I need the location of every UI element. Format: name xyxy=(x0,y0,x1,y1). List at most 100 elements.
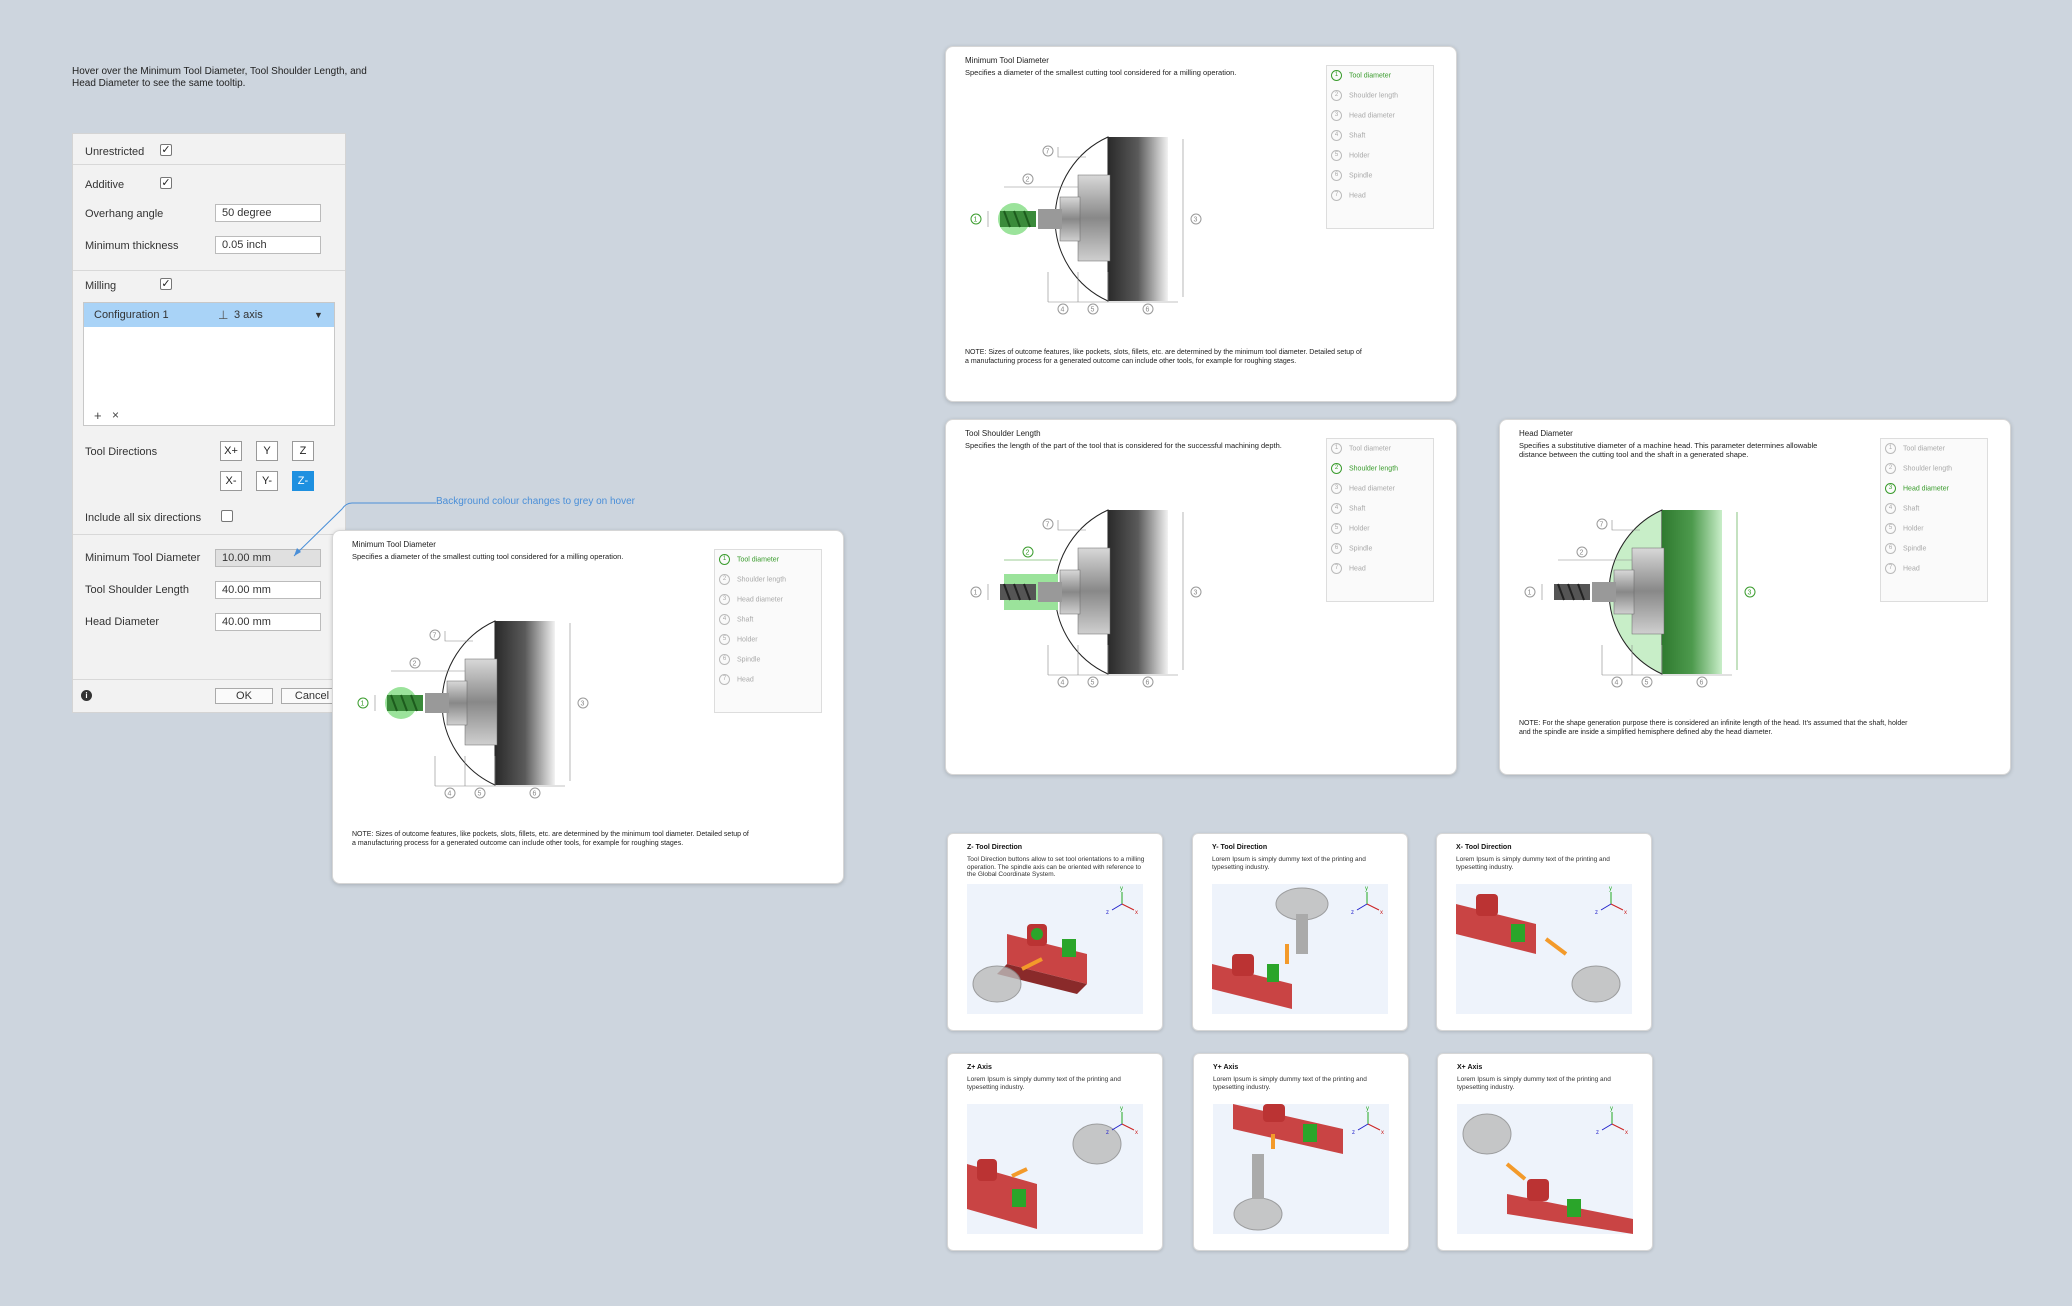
svg-text:x: x xyxy=(1624,910,1627,916)
svg-text:z: z xyxy=(1352,1130,1355,1136)
card-x-plus-axis: X+ Axis Lorem Ipsum is simply dummy text… xyxy=(1437,1053,1653,1251)
card-description: Lorem Ipsum is simply dummy text of the … xyxy=(1456,856,1610,871)
min-thickness-label: Minimum thickness xyxy=(85,240,179,252)
legend-item: 4 Shaft xyxy=(719,614,753,625)
legend-item: 7 Head xyxy=(1885,563,1920,574)
card-note: NOTE: For the shape generation purpose t… xyxy=(1519,720,1908,736)
svg-text:1: 1 xyxy=(974,217,978,224)
card-title: Y- Tool Direction xyxy=(1212,844,1268,851)
card-description: Lorem Ipsum is simply dummy text of the … xyxy=(1213,1076,1367,1091)
diagram-legend: 1 Tool diameter 2 Shoulder length 3 Head di… xyxy=(714,549,822,713)
min-tool-diam-label[interactable]: Minimum Tool Diameter xyxy=(85,552,200,564)
svg-text:5: 5 xyxy=(1091,307,1095,314)
card-title: Head Diameter xyxy=(1519,429,1573,438)
settings-panel: Unrestricted ✓ Additive ✓ Overhang angle… xyxy=(72,133,346,713)
direction-illustration: y x z xyxy=(967,1104,1143,1234)
card-description: Specifies a substitutive diameter of a m… xyxy=(1519,441,1818,459)
card-description: Tool Direction buttons allow to set tool… xyxy=(967,856,1145,878)
min-thickness-input[interactable]: 0.05 inch xyxy=(215,236,321,254)
legend-item: 5 Holder xyxy=(719,634,758,645)
direction-illustration: y x z xyxy=(967,884,1143,1014)
svg-text:x: x xyxy=(1380,910,1383,916)
svg-text:4: 4 xyxy=(1615,680,1619,687)
shoulder-label[interactable]: Tool Shoulder Length xyxy=(85,584,189,596)
hover-annotation: Background colour changes to grey on hov… xyxy=(436,496,636,507)
tool-icon: ⊥ xyxy=(218,308,229,322)
chevron-down-icon[interactable]: ▼ xyxy=(314,303,323,327)
legend-item: 5 Holder xyxy=(1885,523,1924,534)
ok-button[interactable]: OK xyxy=(215,688,273,704)
legend-item: 6 Spindle xyxy=(1331,543,1372,554)
svg-text:x: x xyxy=(1381,1130,1384,1136)
svg-text:3: 3 xyxy=(1194,590,1198,597)
card-title: X- Tool Direction xyxy=(1456,844,1512,851)
dir-z-button[interactable]: Z xyxy=(292,441,314,461)
overhang-label: Overhang angle xyxy=(85,208,164,220)
configuration-row[interactable]: Configuration 1 ⊥ 3 axis ▼ xyxy=(84,303,334,327)
svg-text:z: z xyxy=(1351,910,1354,916)
svg-text:3: 3 xyxy=(1748,590,1752,597)
include-all-checkbox[interactable] xyxy=(221,510,233,522)
divider xyxy=(73,270,345,271)
diagram-legend: 1 Tool diameter 2 Shoulder length 3 Head di… xyxy=(1880,438,1988,602)
unrestricted-checkbox[interactable]: ✓ xyxy=(160,144,172,156)
dir-xplus-button[interactable]: X+ xyxy=(220,441,242,461)
card-y-plus-axis: Y+ Axis Lorem Ipsum is simply dummy text… xyxy=(1193,1053,1409,1251)
direction-illustration: y x z xyxy=(1457,1104,1633,1234)
milling-checkbox[interactable]: ✓ xyxy=(160,278,172,290)
svg-text:y: y xyxy=(1365,886,1368,892)
tool-diagram: 1 2 3 4 5 6 7 xyxy=(1524,509,1756,688)
head-diam-label[interactable]: Head Diameter xyxy=(85,616,159,628)
config-axis: 3 axis xyxy=(234,309,263,321)
card-description: Specifies the length of the part of the … xyxy=(965,441,1282,450)
additive-checkbox[interactable]: ✓ xyxy=(160,177,172,189)
remove-config-button[interactable]: × xyxy=(112,408,119,422)
svg-text:x: x xyxy=(1135,910,1138,916)
card-note: NOTE: Sizes of outcome features, like po… xyxy=(352,831,749,847)
dir-zminus-button[interactable]: Z- xyxy=(292,471,314,491)
tool-directions-label: Tool Directions xyxy=(85,446,158,458)
svg-text:x: x xyxy=(1135,1130,1138,1136)
legend-item: 1 Tool diameter xyxy=(1331,443,1391,454)
card-description: Lorem Ipsum is simply dummy text of the … xyxy=(1457,1076,1611,1091)
card-title: Minimum Tool Diameter xyxy=(352,540,436,549)
overhang-input[interactable]: 50 degree xyxy=(215,204,321,222)
legend-item: 7 Head xyxy=(1331,190,1366,201)
svg-text:y: y xyxy=(1366,1106,1369,1112)
card-title: X+ Axis xyxy=(1457,1064,1483,1071)
card-min-tool-diameter: Minimum Tool Diameter Specifies a diamet… xyxy=(945,46,1457,402)
legend-item: 1 Tool diameter xyxy=(1331,70,1391,81)
svg-text:7: 7 xyxy=(1046,149,1050,156)
legend-item: 7 Head xyxy=(719,674,754,685)
add-config-button[interactable]: + xyxy=(94,408,102,423)
divider xyxy=(73,164,345,165)
shoulder-input[interactable]: 40.00 mm xyxy=(215,581,321,599)
tool-diagram: 1 2 3 4 5 6 7 xyxy=(970,509,1202,688)
direction-illustration: y x z xyxy=(1456,884,1632,1014)
dir-xminus-button[interactable]: X- xyxy=(220,471,242,491)
svg-text:z: z xyxy=(1596,1130,1599,1136)
dir-yminus-button[interactable]: Y- xyxy=(256,471,278,491)
svg-text:6: 6 xyxy=(1700,680,1704,687)
svg-text:6: 6 xyxy=(533,791,537,798)
svg-text:2: 2 xyxy=(1026,177,1030,184)
milling-label: Milling xyxy=(85,280,117,292)
head-diam-input[interactable]: 40.00 mm xyxy=(215,613,321,631)
info-icon[interactable]: i xyxy=(81,690,92,701)
legend-item: 2 Shoulder length xyxy=(1885,463,1952,474)
tooltip-card-min-tool-diameter: Minimum Tool Diameter Specifies a diamet… xyxy=(332,530,844,884)
unrestricted-label: Unrestricted xyxy=(85,146,145,158)
include-all-label: Include all six directions xyxy=(85,512,202,524)
card-note: NOTE: Sizes of outcome features, like po… xyxy=(965,349,1362,365)
svg-text:z: z xyxy=(1595,910,1598,916)
dir-y-button[interactable]: Y xyxy=(256,441,278,461)
legend-item: 3 Head diameter xyxy=(1331,483,1395,494)
svg-text:1: 1 xyxy=(974,590,978,597)
legend-item: 5 Holder xyxy=(1331,523,1370,534)
legend-item: 3 Head diameter xyxy=(1331,110,1395,121)
card-title: Tool Shoulder Length xyxy=(965,429,1041,438)
card-title: Z- Tool Direction xyxy=(967,844,1023,851)
svg-text:5: 5 xyxy=(1091,680,1095,687)
card-head-diameter: Head Diameter Specifies a substitutive d… xyxy=(1499,419,2011,775)
svg-text:z: z xyxy=(1106,910,1109,916)
